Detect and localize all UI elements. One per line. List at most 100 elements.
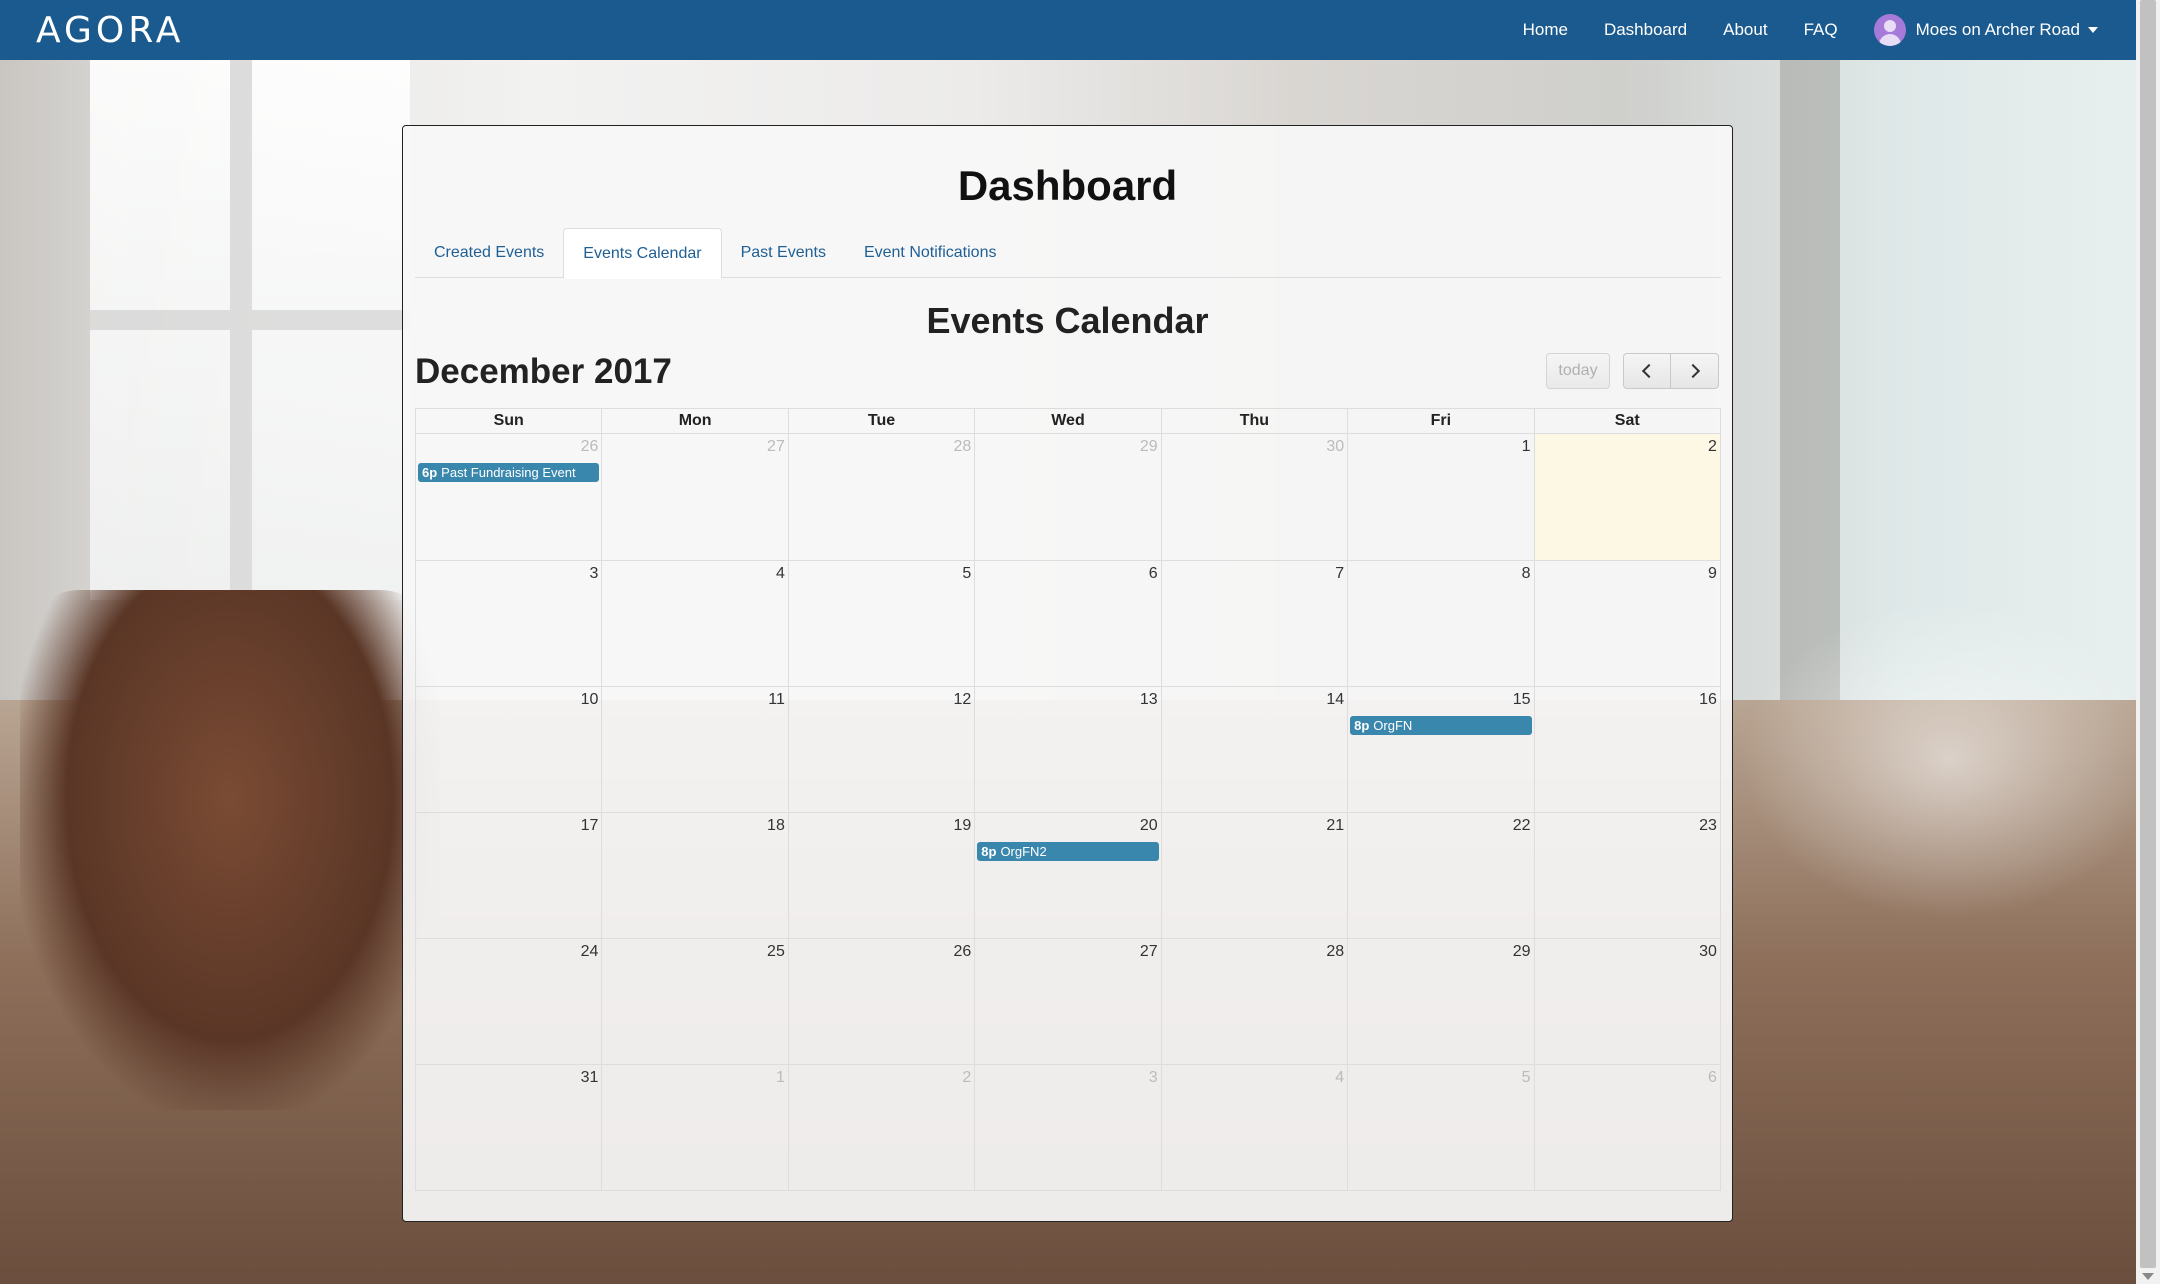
calendar-day-cell[interactable]: 28 (789, 434, 976, 560)
day-number: 4 (775, 565, 785, 582)
day-number: 29 (1512, 943, 1531, 960)
weekday-header-fri: Fri (1348, 409, 1535, 433)
nav-link-home[interactable]: Home (1523, 20, 1568, 40)
day-number: 3 (1148, 1069, 1158, 1086)
calendar-day-cell[interactable]: 24 (416, 939, 603, 1064)
calendar-day-cell[interactable]: 4 (1162, 1065, 1349, 1190)
calendar-day-cell[interactable]: 16 (1535, 687, 1720, 812)
calendar-grid: 26 6p Past Fundraising Event 27 28 29 30 1 2 3 4 5 6… (415, 433, 1721, 1191)
calendar-day-cell[interactable]: 27 (602, 434, 789, 560)
day-number: 26 (953, 943, 972, 960)
tab-events-calendar[interactable]: Events Calendar (563, 228, 722, 279)
day-number: 2 (962, 1069, 972, 1086)
calendar-day-cell[interactable]: 6 (1535, 1065, 1720, 1190)
calendar-week-row: 31 1 2 3 4 5 6 (416, 1064, 1720, 1190)
nav-link-faq[interactable]: FAQ (1804, 20, 1838, 40)
nav-link-about[interactable]: About (1723, 20, 1767, 40)
calendar-day-cell[interactable]: 12 (789, 687, 976, 812)
user-name: Moes on Archer Road (1915, 20, 2080, 39)
dashboard-panel: Dashboard Created Events Events Calendar… (402, 125, 1733, 1222)
calendar-day-cell[interactable]: 18 (602, 813, 789, 938)
user-avatar-icon (1873, 14, 1906, 46)
calendar-day-cell[interactable]: 11 (602, 687, 789, 812)
event-time: 8p (1354, 718, 1370, 733)
day-number: 28 (953, 438, 972, 455)
calendar-day-cell[interactable]: 14 (1162, 687, 1349, 812)
calendar-toolbar: today (1546, 353, 1719, 389)
calendar-day-cell[interactable]: 1 (1348, 434, 1535, 560)
top-navbar: AGORA Home Dashboard About FAQ Moes on A… (0, 0, 2136, 60)
day-number: 2 (1708, 438, 1717, 455)
day-number: 23 (1699, 817, 1717, 834)
calendar-day-cell[interactable]: 28 (1162, 939, 1349, 1064)
day-number: 1 (775, 1069, 785, 1086)
calendar-event[interactable]: 8p OrgFN2 (977, 842, 1159, 861)
day-number: 14 (1326, 691, 1345, 708)
calendar-day-cell[interactable]: 31 (416, 1065, 603, 1190)
day-number: 29 (1139, 438, 1158, 455)
nav-link-dashboard[interactable]: Dashboard (1604, 20, 1687, 40)
calendar-day-cell[interactable]: 20 8p OrgFN2 (975, 813, 1162, 938)
weekday-header-mon: Mon (602, 409, 789, 433)
calendar-day-cell-today[interactable]: 2 (1534, 434, 1720, 560)
day-number: 17 (580, 817, 599, 834)
calendar-day-cell[interactable]: 30 (1162, 434, 1349, 560)
calendar-day-cell[interactable]: 4 (602, 561, 789, 686)
calendar-event[interactable]: 6p Past Fundraising Event (418, 463, 600, 482)
user-menu-dropdown[interactable]: Moes on Archer Road (1873, 14, 2098, 46)
calendar-day-cell[interactable]: 8 (1348, 561, 1535, 686)
calendar-day-cell[interactable]: 3 (416, 561, 603, 686)
tab-event-notifications[interactable]: Event Notifications (845, 228, 1016, 278)
day-number: 12 (953, 691, 972, 708)
tab-past-events[interactable]: Past Events (722, 228, 845, 278)
calendar-day-cell[interactable]: 5 (789, 561, 976, 686)
next-month-button[interactable] (1671, 353, 1719, 389)
calendar-day-cell[interactable]: 17 (416, 813, 603, 938)
weekday-header-thu: Thu (1162, 409, 1349, 433)
calendar-day-cell[interactable]: 30 (1535, 939, 1720, 1064)
calendar-day-cell[interactable]: 9 (1535, 561, 1720, 686)
calendar-day-cell[interactable]: 25 (602, 939, 789, 1064)
section-title: Events Calendar (926, 300, 1209, 341)
prev-month-button[interactable] (1623, 353, 1671, 389)
calendar-day-cell[interactable]: 15 8p OrgFN (1348, 687, 1535, 812)
day-number: 22 (1512, 817, 1531, 834)
day-number: 24 (580, 943, 599, 960)
calendar-day-cell[interactable]: 23 (1535, 813, 1720, 938)
calendar-day-cell[interactable]: 7 (1162, 561, 1349, 686)
calendar-day-cell[interactable]: 21 (1162, 813, 1349, 938)
day-number: 5 (1521, 1069, 1531, 1086)
calendar-day-cell[interactable]: 22 (1348, 813, 1535, 938)
page-scrollbar[interactable] (2136, 0, 2160, 1284)
brand-logo[interactable]: AGORA (36, 10, 184, 51)
weekday-header: Sun Mon Tue Wed Thu Fri Sat (415, 408, 1721, 433)
scroll-down-arrow-icon[interactable] (2142, 1273, 2154, 1280)
day-number: 27 (1139, 943, 1158, 960)
calendar-day-cell[interactable]: 6 (975, 561, 1162, 686)
event-time: 8p (981, 844, 997, 859)
calendar-event[interactable]: 8p OrgFN (1350, 716, 1532, 735)
page-title: Dashboard (957, 162, 1178, 209)
calendar-day-cell[interactable]: 26 6p Past Fundraising Event (416, 434, 603, 560)
calendar-day-cell[interactable]: 2 (789, 1065, 976, 1190)
calendar-day-cell[interactable]: 27 (975, 939, 1162, 1064)
calendar-day-cell[interactable]: 5 (1348, 1065, 1535, 1190)
day-number: 16 (1699, 691, 1717, 708)
calendar-day-cell[interactable]: 10 (416, 687, 603, 812)
calendar-day-cell[interactable]: 3 (975, 1065, 1162, 1190)
calendar-day-cell[interactable]: 29 (1348, 939, 1535, 1064)
day-number: 8 (1521, 565, 1531, 582)
calendar-day-cell[interactable]: 29 (975, 434, 1162, 560)
today-button[interactable]: today (1546, 353, 1610, 389)
calendar-day-cell[interactable]: 13 (975, 687, 1162, 812)
day-number: 1 (1521, 438, 1531, 455)
tab-created-events[interactable]: Created Events (415, 228, 563, 278)
day-number: 7 (1335, 565, 1345, 582)
event-title: OrgFN2 (1000, 844, 1047, 859)
calendar-day-cell[interactable]: 1 (602, 1065, 789, 1190)
day-number: 28 (1326, 943, 1345, 960)
calendar-day-cell[interactable]: 26 (789, 939, 976, 1064)
calendar-day-cell[interactable]: 19 (789, 813, 976, 938)
day-number: 30 (1326, 438, 1345, 455)
scrollbar-thumb[interactable] (2140, 0, 2156, 1268)
